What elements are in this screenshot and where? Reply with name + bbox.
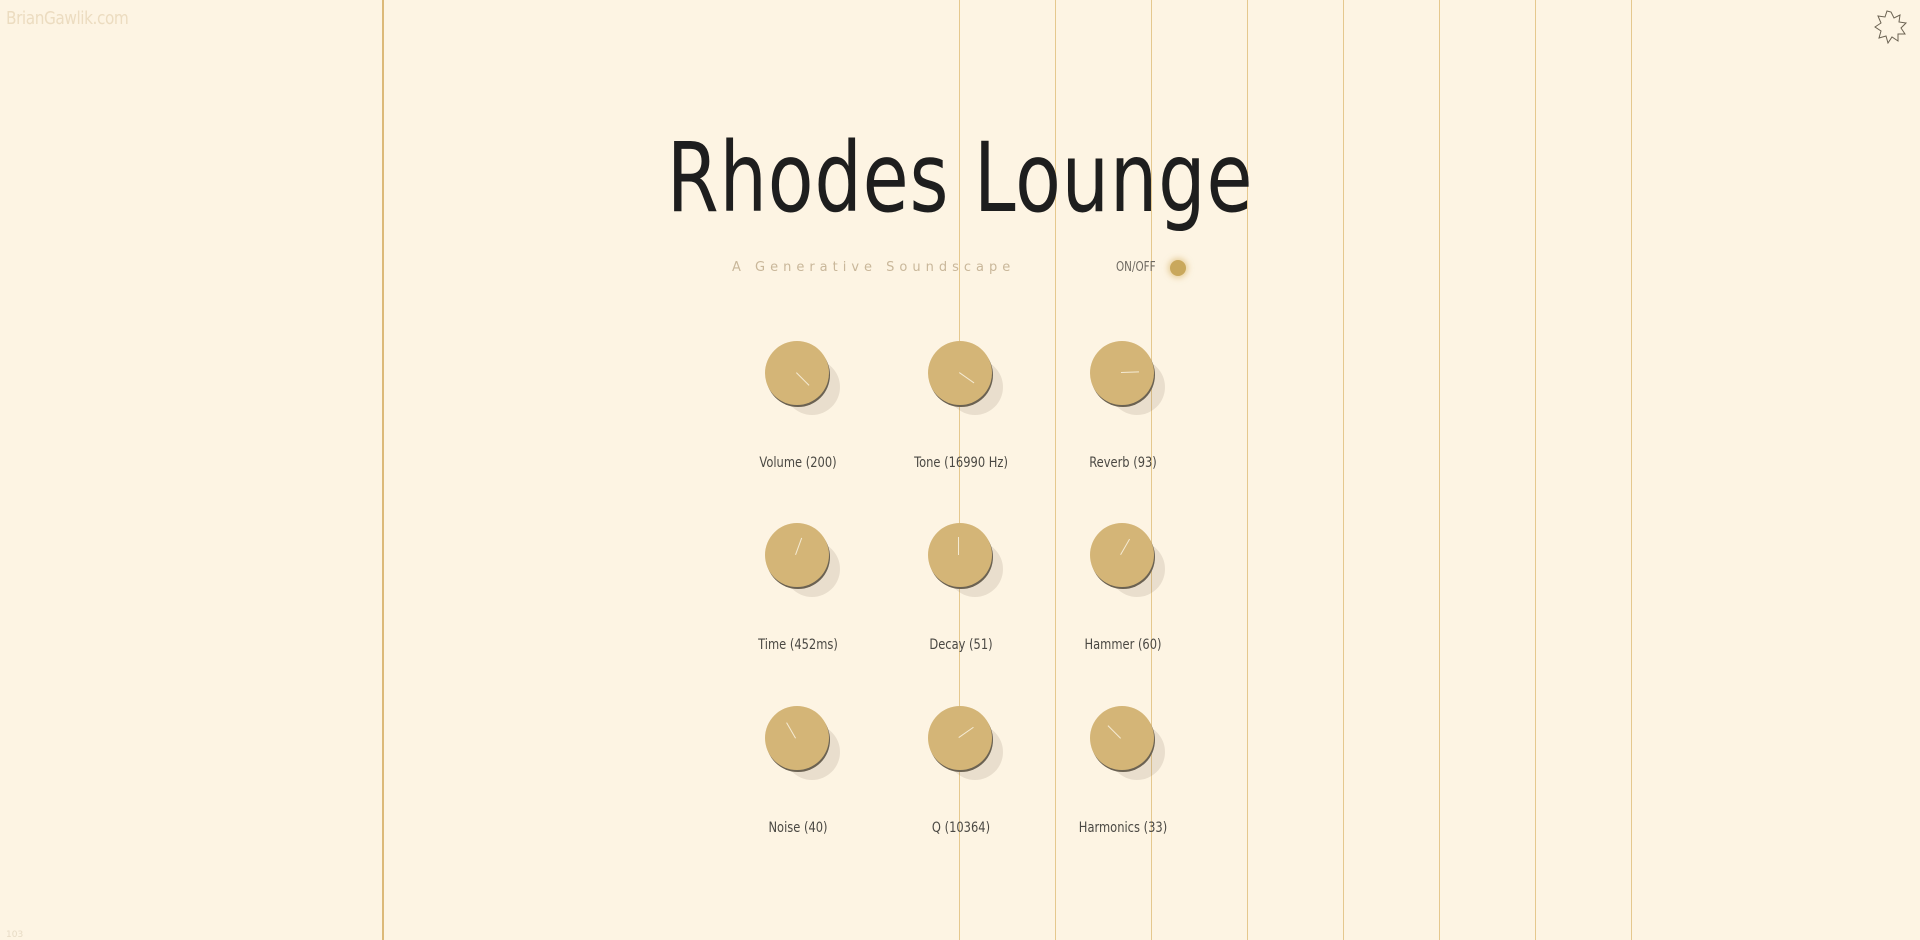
tone-knob[interactable] — [928, 341, 992, 405]
knob-label: Tone (16990 Hz) — [914, 455, 1008, 471]
knob-label: Decay (51) — [929, 637, 993, 653]
decay-knob[interactable] — [928, 523, 992, 587]
knob-harmonics: Harmonics (33) — [1043, 706, 1203, 846]
knob-label: Reverb (93) — [1089, 455, 1157, 471]
knob-volume: Volume (200) — [718, 341, 878, 481]
knob-hammer: Hammer (60) — [1043, 523, 1203, 663]
site-link[interactable]: BrianGawlik.com — [6, 8, 129, 29]
knob-label: Harmonics (33) — [1078, 820, 1168, 836]
knob-q: Q (10364) — [881, 706, 1041, 846]
knob-time: Time (452ms) — [718, 523, 878, 663]
hammer-knob[interactable] — [1090, 523, 1154, 587]
reverb-knob[interactable] — [1090, 341, 1154, 405]
power-toggle-button[interactable] — [1170, 260, 1186, 276]
knob-label: Volume (200) — [759, 455, 837, 471]
knob-label: Q (10364) — [931, 820, 991, 836]
harmonics-knob[interactable] — [1090, 706, 1154, 770]
page-subtitle: A Generative Soundscape — [732, 260, 1016, 275]
knob-reverb: Reverb (93) — [1043, 341, 1203, 481]
noise-knob[interactable] — [765, 706, 829, 770]
volume-knob[interactable] — [765, 341, 829, 405]
knob-noise: Noise (40) — [718, 706, 878, 846]
q-knob[interactable] — [928, 706, 992, 770]
knob-label: Hammer (60) — [1084, 637, 1162, 653]
settings-burst-icon[interactable] — [1874, 10, 1908, 44]
corner-note: 103 — [6, 930, 24, 940]
knob-label: Noise (40) — [768, 820, 828, 836]
knob-decay: Decay (51) — [881, 523, 1041, 663]
time-knob[interactable] — [765, 523, 829, 587]
knob-label: Time (452ms) — [758, 637, 838, 653]
page-title: Rhodes Lounge — [666, 122, 1254, 234]
knob-tone: Tone (16990 Hz) — [881, 341, 1041, 481]
onoff-label: ON/OFF — [1116, 260, 1156, 275]
